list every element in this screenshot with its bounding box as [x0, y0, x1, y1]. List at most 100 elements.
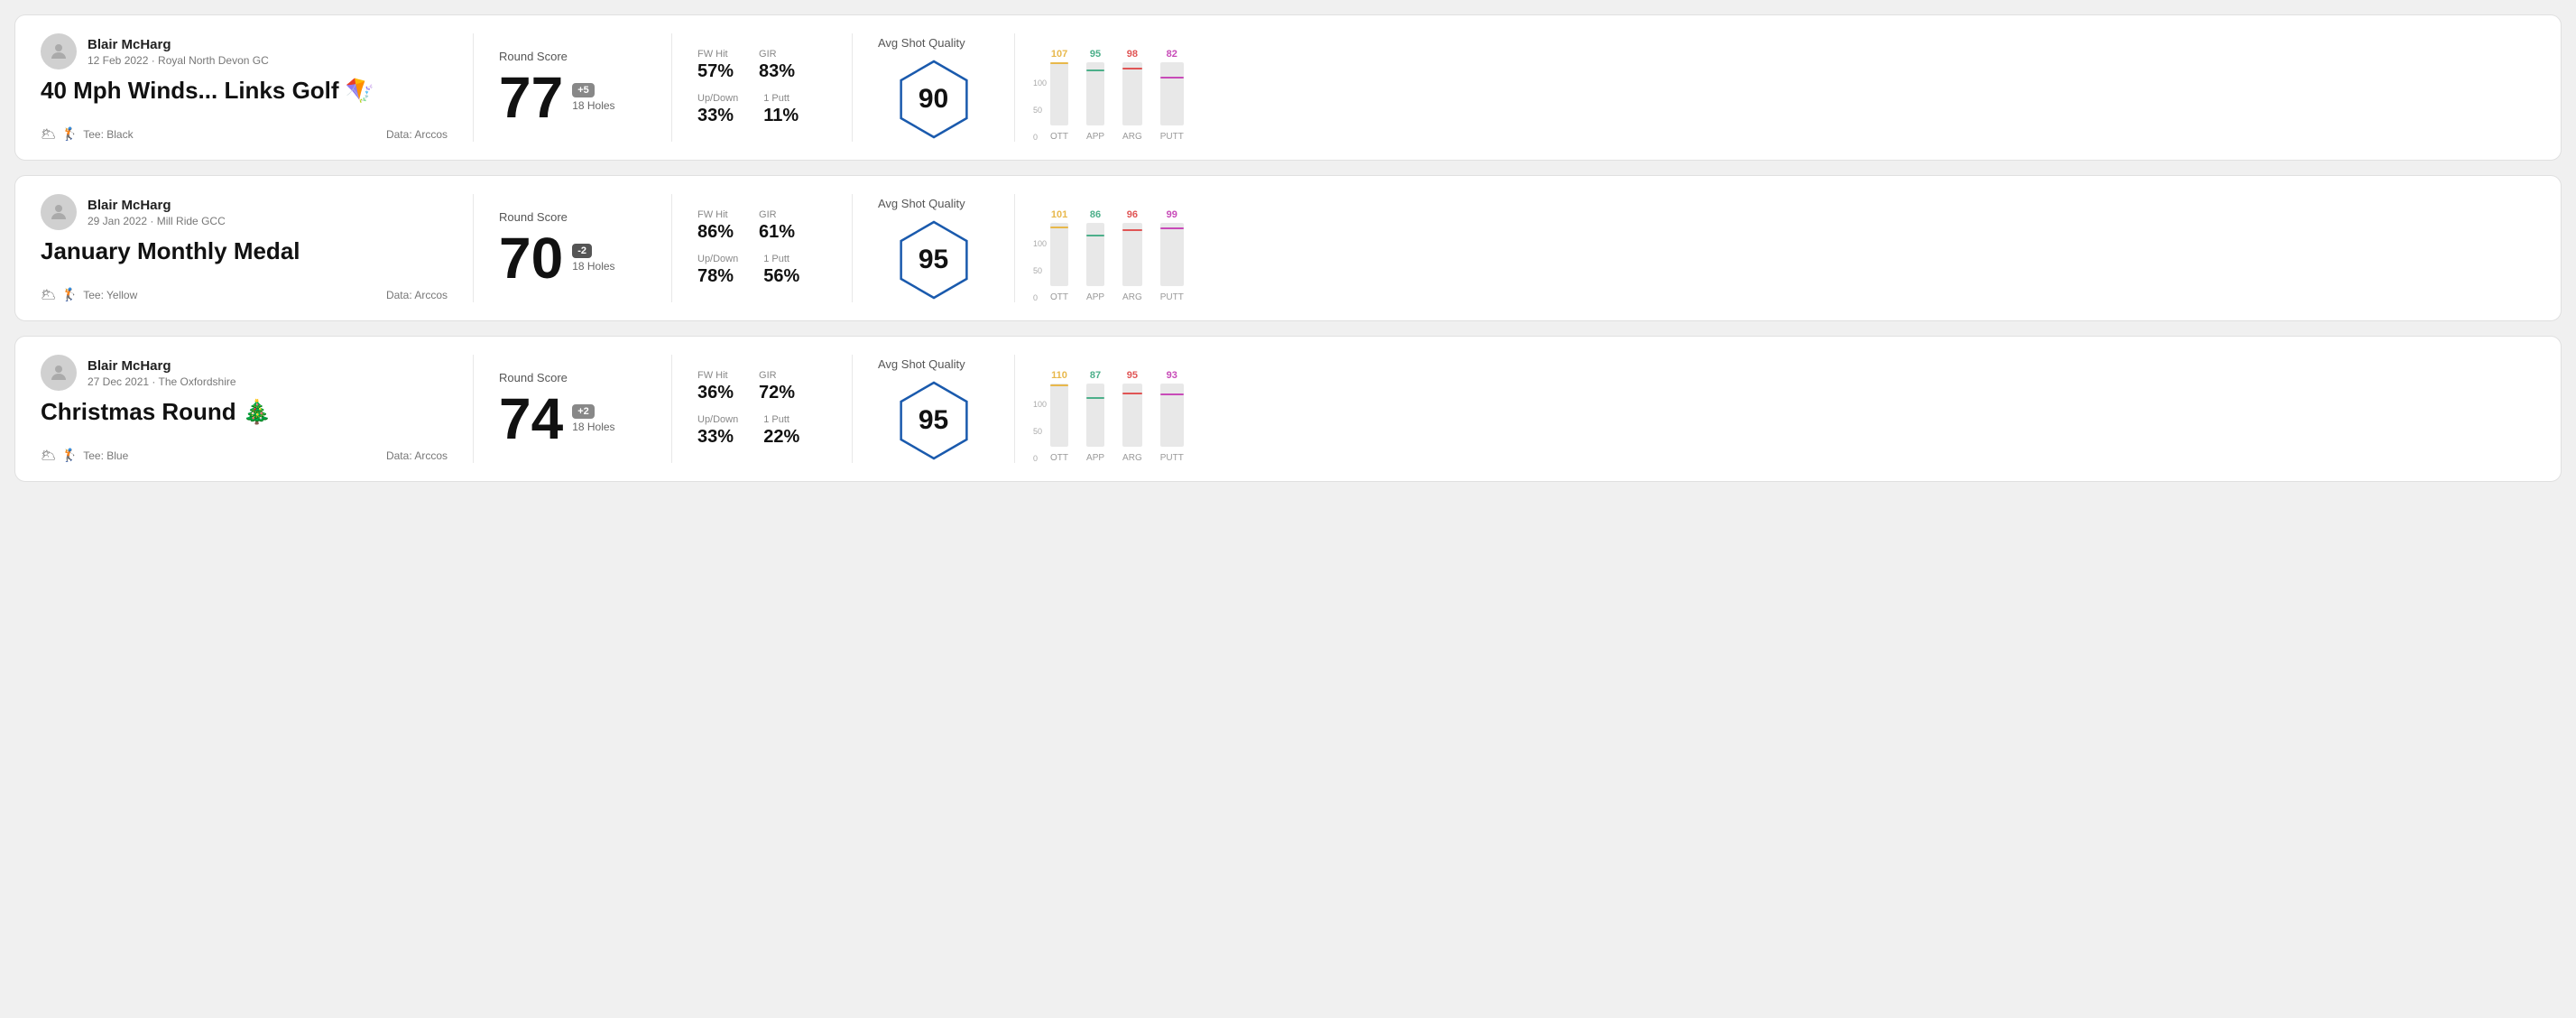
chart-column-app: 87 APP: [1086, 370, 1104, 463]
score-badge: +5 18 Holes: [572, 83, 614, 112]
data-source: Data: Arccos: [386, 289, 448, 301]
golf-bag-icon: 🏌: [62, 448, 78, 463]
chart-section: 100 50 0 110 OTT 87 APP: [1015, 355, 2535, 463]
chart-column-ott: 107 OTT: [1050, 49, 1068, 142]
gir-label: GIR: [759, 49, 795, 60]
chart-column-ott: 110 OTT: [1050, 370, 1068, 463]
big-score: 70: [499, 229, 563, 287]
chart-column-putt: 99 PUTT: [1160, 209, 1184, 302]
tee-label: Tee: Black: [83, 128, 133, 141]
footer-info: 🌥 🏌 Tee: Yellow Data: Arccos: [41, 287, 448, 302]
oneputt-value: 22%: [763, 427, 799, 448]
left-section: Blair McHarg 12 Feb 2022 · Royal North D…: [41, 33, 474, 142]
big-score: 74: [499, 390, 563, 448]
oneputt-value: 11%: [763, 106, 799, 126]
stats-section: FW Hit 86% GIR 61% Up/Down 78% 1 Putt 56…: [672, 194, 853, 302]
updown-stat: Up/Down 33%: [697, 414, 738, 448]
user-date-course: 12 Feb 2022 · Royal North Devon GC: [88, 54, 269, 67]
data-source: Data: Arccos: [386, 128, 448, 141]
updown-label: Up/Down: [697, 414, 738, 425]
round-score-label: Round Score: [499, 210, 646, 224]
score-diff-badge: +5: [572, 83, 595, 97]
avatar: [41, 194, 77, 230]
score-badge: +2 18 Holes: [572, 404, 614, 433]
score-diff-badge: -2: [572, 244, 592, 258]
middle-section: Round Score 77 +5 18 Holes: [474, 33, 672, 142]
updown-stat: Up/Down 78%: [697, 254, 738, 287]
holes-label: 18 Holes: [572, 99, 614, 112]
score-row: 74 +2 18 Holes: [499, 390, 646, 448]
gir-value: 61%: [759, 222, 795, 243]
hexagon-container: 90: [893, 59, 974, 140]
score-badge: -2 18 Holes: [572, 244, 614, 273]
oneputt-label: 1 Putt: [763, 414, 799, 425]
chart-column-arg: 95 ARG: [1122, 370, 1142, 463]
gir-stat: GIR 61%: [759, 209, 795, 243]
fw-hit-stat: FW Hit 57%: [697, 49, 734, 82]
quality-label: Avg Shot Quality: [878, 357, 965, 371]
big-score: 77: [499, 69, 563, 126]
user-name: Blair McHarg: [88, 358, 236, 374]
stats-row-bottom: Up/Down 33% 1 Putt 22%: [697, 414, 826, 448]
gir-value: 72%: [759, 383, 795, 403]
fw-hit-value: 36%: [697, 383, 734, 403]
user-date-course: 29 Jan 2022 · Mill Ride GCC: [88, 215, 226, 227]
round-title: Christmas Round 🎄: [41, 398, 448, 426]
chart-section: 100 50 0 101 OTT 86 APP: [1015, 194, 2535, 302]
updown-label: Up/Down: [697, 254, 738, 264]
fw-hit-value: 86%: [697, 222, 734, 243]
updown-value: 33%: [697, 427, 738, 448]
quality-section: Avg Shot Quality 95: [853, 194, 1015, 302]
stats-section: FW Hit 36% GIR 72% Up/Down 33% 1 Putt 22…: [672, 355, 853, 463]
tee-info: 🌥 🏌 Tee: Blue: [41, 448, 128, 463]
fw-hit-label: FW Hit: [697, 49, 734, 60]
oneputt-stat: 1 Putt 11%: [763, 93, 799, 126]
oneputt-stat: 1 Putt 22%: [763, 414, 799, 448]
stats-row-top: FW Hit 57% GIR 83%: [697, 49, 826, 82]
chart-column-putt: 93 PUTT: [1160, 370, 1184, 463]
round-card-2: Blair McHarg 29 Jan 2022 · Mill Ride GCC…: [14, 175, 2562, 321]
gir-label: GIR: [759, 370, 795, 381]
chart-column-ott: 101 OTT: [1050, 209, 1068, 302]
weather-icon: 🌥: [41, 287, 57, 302]
quality-score: 95: [919, 245, 948, 275]
stats-row-bottom: Up/Down 78% 1 Putt 56%: [697, 254, 826, 287]
updown-value: 78%: [697, 266, 738, 287]
quality-section: Avg Shot Quality 95: [853, 355, 1015, 463]
user-info: Blair McHarg 27 Dec 2021 · The Oxfordshi…: [41, 355, 448, 391]
middle-section: Round Score 74 +2 18 Holes: [474, 355, 672, 463]
tee-label: Tee: Yellow: [83, 289, 137, 301]
data-source: Data: Arccos: [386, 449, 448, 462]
round-title: January Monthly Medal: [41, 237, 448, 265]
updown-value: 33%: [697, 106, 738, 126]
user-info: Blair McHarg 29 Jan 2022 · Mill Ride GCC: [41, 194, 448, 230]
stats-row-bottom: Up/Down 33% 1 Putt 11%: [697, 93, 826, 126]
user-name: Blair McHarg: [88, 37, 269, 52]
hexagon-container: 95: [893, 219, 974, 301]
footer-info: 🌥 🏌 Tee: Blue Data: Arccos: [41, 448, 448, 463]
chart-column-app: 86 APP: [1086, 209, 1104, 302]
left-section: Blair McHarg 29 Jan 2022 · Mill Ride GCC…: [41, 194, 474, 302]
user-date-course: 27 Dec 2021 · The Oxfordshire: [88, 375, 236, 388]
quality-score: 90: [919, 84, 948, 115]
fw-hit-label: FW Hit: [697, 209, 734, 220]
score-row: 77 +5 18 Holes: [499, 69, 646, 126]
round-card-3: Blair McHarg 27 Dec 2021 · The Oxfordshi…: [14, 336, 2562, 482]
oneputt-label: 1 Putt: [763, 93, 799, 104]
quality-section: Avg Shot Quality 90: [853, 33, 1015, 142]
weather-icon: 🌥: [41, 448, 57, 463]
gir-stat: GIR 72%: [759, 370, 795, 403]
user-info: Blair McHarg 12 Feb 2022 · Royal North D…: [41, 33, 448, 69]
chart-column-arg: 96 ARG: [1122, 209, 1142, 302]
gir-stat: GIR 83%: [759, 49, 795, 82]
tee-info: 🌥 🏌 Tee: Yellow: [41, 287, 137, 302]
oneputt-value: 56%: [763, 266, 799, 287]
quality-label: Avg Shot Quality: [878, 197, 965, 210]
chart-column-arg: 98 ARG: [1122, 49, 1142, 142]
holes-label: 18 Holes: [572, 421, 614, 433]
round-score-label: Round Score: [499, 371, 646, 384]
score-row: 70 -2 18 Holes: [499, 229, 646, 287]
fw-hit-stat: FW Hit 86%: [697, 209, 734, 243]
tee-label: Tee: Blue: [83, 449, 128, 462]
stats-section: FW Hit 57% GIR 83% Up/Down 33% 1 Putt 11…: [672, 33, 853, 142]
